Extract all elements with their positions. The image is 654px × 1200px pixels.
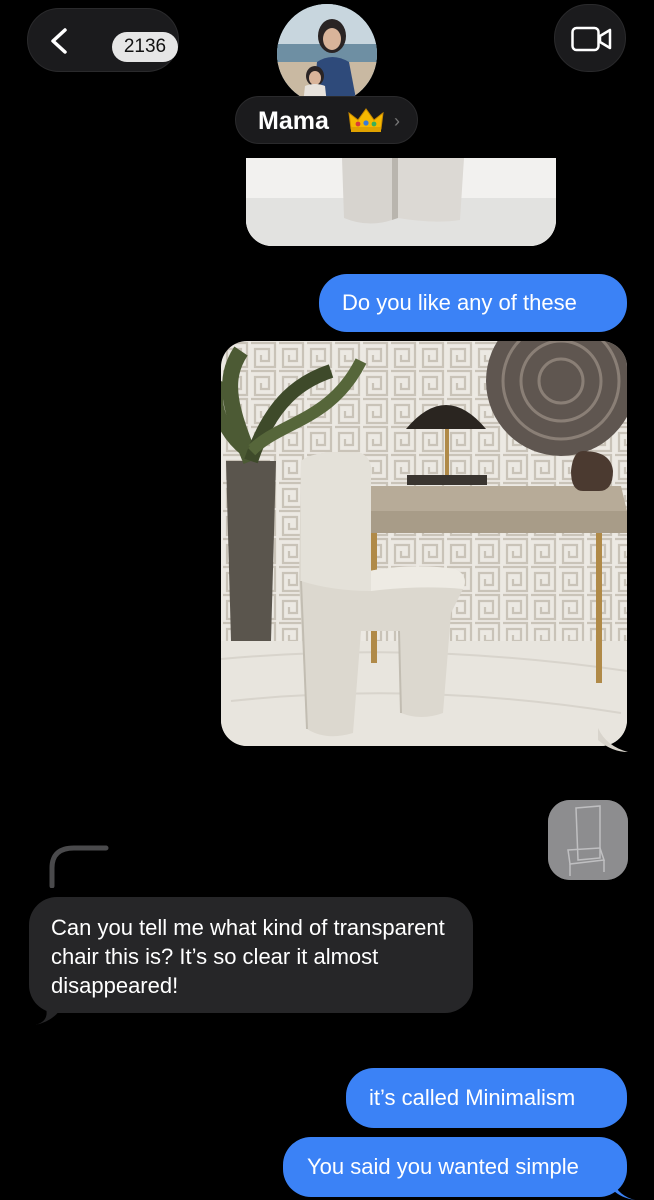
contact-avatar[interactable] xyxy=(277,4,377,104)
bubble-tail-icon xyxy=(613,1182,635,1200)
transparent-chair-thumbnail xyxy=(548,800,628,880)
reply-thumbnail-image[interactable] xyxy=(548,800,628,880)
avatar-photo xyxy=(277,4,377,104)
chair-room-photo xyxy=(221,341,627,746)
bubble-tail-icon xyxy=(35,1005,63,1025)
crown-icon xyxy=(348,108,384,132)
outgoing-message-bubble[interactable]: You said you wanted simple xyxy=(283,1137,627,1197)
contact-name-button[interactable]: Mama › xyxy=(235,96,418,144)
unread-count-badge: 2136 xyxy=(112,32,178,62)
chevron-right-icon: › xyxy=(394,111,400,131)
chevron-left-icon xyxy=(51,28,67,54)
outgoing-message-bubble[interactable]: it’s called Minimalism xyxy=(346,1068,627,1128)
back-button[interactable]: 2136 xyxy=(27,8,179,72)
reply-connector-icon xyxy=(49,845,109,888)
bubble-tail-icon xyxy=(598,728,628,752)
incoming-message-bubble[interactable]: Can you tell me what kind of transparent… xyxy=(29,897,473,1013)
chair-partial-photo xyxy=(246,158,556,246)
contact-name: Mama xyxy=(258,107,329,135)
video-camera-icon xyxy=(571,26,612,52)
video-call-button[interactable] xyxy=(554,4,626,72)
image-message-partial[interactable] xyxy=(246,158,556,246)
outgoing-message-bubble[interactable]: Do you like any of these xyxy=(319,274,627,332)
image-message[interactable] xyxy=(221,341,627,746)
